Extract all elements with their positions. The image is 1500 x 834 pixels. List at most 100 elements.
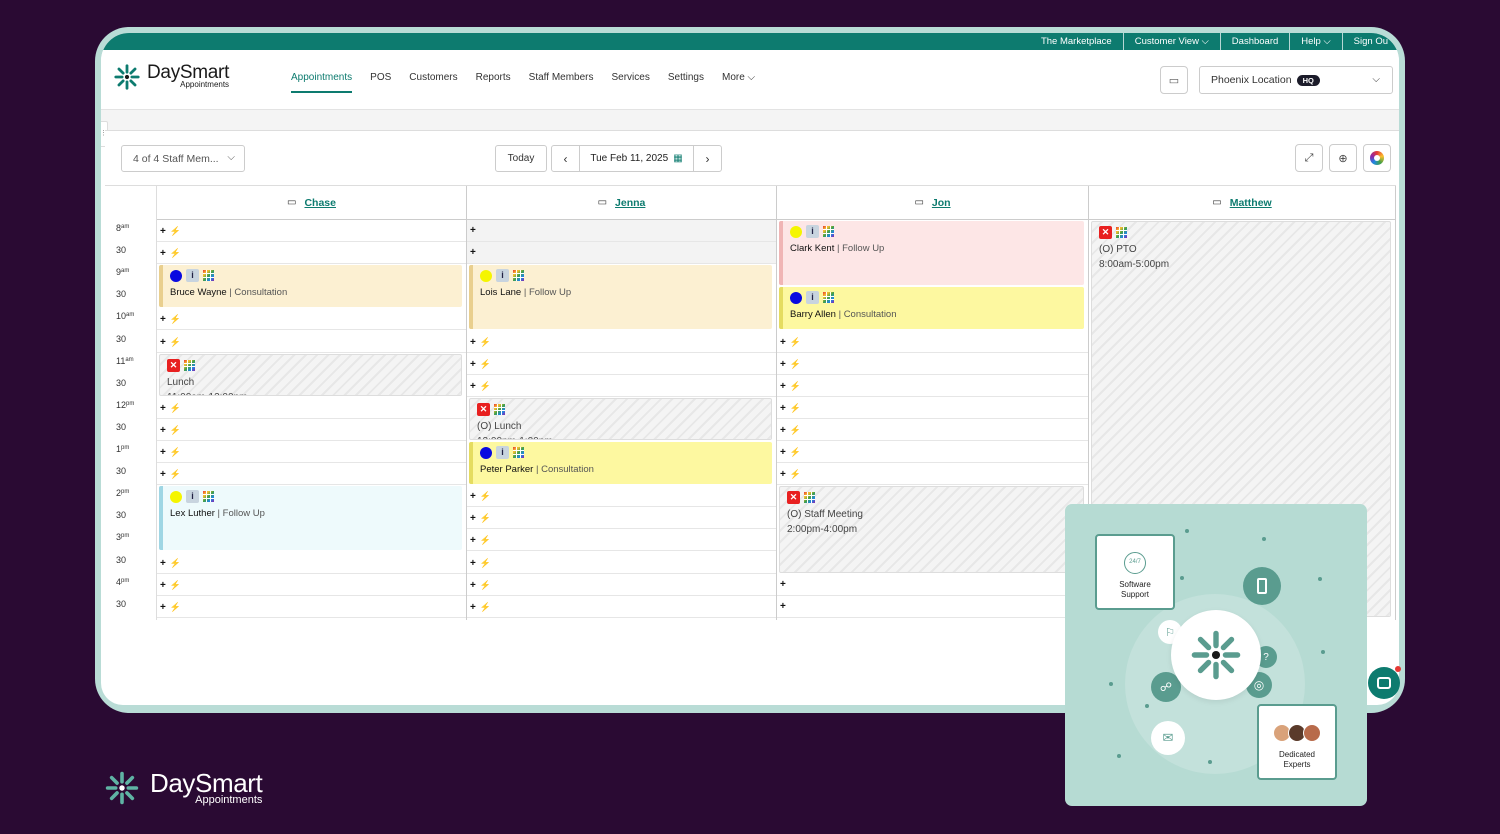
time-slot[interactable]: + ⚡ xyxy=(467,375,776,397)
quick-book-icon[interactable]: ⚡ xyxy=(170,558,181,568)
customer-view-menu[interactable]: Customer View ⌵ xyxy=(1122,33,1220,50)
add-appointment-icon[interactable]: + xyxy=(470,558,476,569)
time-slot[interactable]: + ⚡ xyxy=(467,507,776,530)
prev-day-button[interactable]: ‹ xyxy=(552,146,580,171)
nav-more[interactable]: More ⌵ xyxy=(722,72,755,93)
info-icon[interactable]: i xyxy=(806,291,819,305)
quick-book-icon[interactable]: ⚡ xyxy=(790,469,801,479)
time-slot[interactable]: + ⚡ xyxy=(157,441,466,463)
add-appointment-icon[interactable]: + xyxy=(780,425,786,436)
add-appointment-icon[interactable]: + xyxy=(160,226,166,237)
time-slot[interactable]: + ⚡ xyxy=(777,419,1088,441)
location-select[interactable]: Phoenix Location HQ ⌵ xyxy=(1199,66,1393,94)
quick-book-icon[interactable]: ⚡ xyxy=(480,491,491,501)
staff-name[interactable]: Matthew xyxy=(1230,197,1272,209)
time-slot[interactable]: + ⚡ xyxy=(157,552,466,574)
add-appointment-icon[interactable]: + xyxy=(160,558,166,569)
close-icon[interactable]: ✕ xyxy=(787,491,800,505)
staff-name[interactable]: Jon xyxy=(932,197,951,209)
time-slot[interactable]: + ⚡ xyxy=(157,331,466,353)
quick-book-icon[interactable]: ⚡ xyxy=(790,381,801,391)
appointment-card[interactable]: i Bruce Wayne | Consultation xyxy=(159,265,462,308)
add-appointment-icon[interactable]: + xyxy=(780,447,786,458)
staff-header[interactable]: ▭ Chase xyxy=(157,186,466,220)
nav-customers[interactable]: Customers xyxy=(409,72,457,93)
appointment-card[interactable]: i Lex Luther | Follow Up xyxy=(159,486,462,551)
staff-filter-select[interactable]: 4 of 4 Staff Mem... ⌵ xyxy=(121,145,245,172)
quick-book-icon[interactable]: ⚡ xyxy=(170,602,181,612)
time-slot[interactable]: + ⚡ xyxy=(777,441,1088,463)
nav-settings[interactable]: Settings xyxy=(668,72,704,93)
time-slot[interactable]: + ⚡ xyxy=(157,242,466,265)
time-slot[interactable]: + ⚡ xyxy=(467,596,776,618)
staff-header[interactable]: ▭ Matthew xyxy=(1089,186,1395,220)
time-slot[interactable]: + ⚡ xyxy=(157,463,466,486)
time-slot[interactable]: + ⚡ xyxy=(777,375,1088,397)
quick-book-icon[interactable]: ⚡ xyxy=(480,602,491,612)
time-slot[interactable]: + ⚡ xyxy=(467,353,776,375)
staff-header[interactable]: ▭ Jenna xyxy=(467,186,776,220)
add-appointment-icon[interactable]: + xyxy=(470,247,476,258)
time-slot[interactable]: + ⚡ xyxy=(157,574,466,596)
quick-book-icon[interactable]: ⚡ xyxy=(170,226,181,236)
time-slot[interactable]: + ⚡ xyxy=(157,220,466,242)
time-slot[interactable]: + ⚡ xyxy=(467,485,776,508)
quick-book-icon[interactable]: ⚡ xyxy=(480,580,491,590)
add-appointment-icon[interactable]: + xyxy=(780,579,786,590)
quick-book-icon[interactable]: ⚡ xyxy=(480,513,491,523)
quick-book-icon[interactable]: ⚡ xyxy=(480,558,491,568)
info-icon[interactable]: i xyxy=(186,269,199,283)
time-slot[interactable]: + xyxy=(777,574,1088,596)
quick-book-icon[interactable]: ⚡ xyxy=(170,469,181,479)
dashboard-link[interactable]: Dashboard xyxy=(1219,33,1289,50)
time-slot[interactable]: + ⚡ xyxy=(157,596,466,618)
add-appointment-icon[interactable]: + xyxy=(780,601,786,612)
quick-book-icon[interactable]: ⚡ xyxy=(170,447,181,457)
nav-appointments[interactable]: Appointments xyxy=(291,72,353,93)
info-icon[interactable]: i xyxy=(496,446,509,459)
time-slot[interactable]: + ⚡ xyxy=(777,353,1088,375)
time-slot[interactable]: + xyxy=(467,220,776,242)
appointment-card[interactable]: i Lois Lane | Follow Up xyxy=(469,265,772,330)
appointment-card[interactable]: i Clark Kent | Follow Up xyxy=(779,221,1084,286)
time-slot[interactable]: + ⚡ xyxy=(777,463,1088,486)
time-slot[interactable]: + ⚡ xyxy=(777,397,1088,419)
nav-pos[interactable]: POS xyxy=(370,72,391,93)
today-button[interactable]: Today xyxy=(495,145,547,172)
info-icon[interactable]: i xyxy=(186,490,199,504)
blocked-time[interactable]: ✕ (O) Staff Meeting 2:00pm-4:00pm xyxy=(779,486,1084,573)
info-icon[interactable]: i xyxy=(806,225,819,238)
time-slot[interactable]: + ⚡ xyxy=(157,308,466,331)
date-picker[interactable]: Tue Feb 11, 2025 ▦ xyxy=(580,153,693,164)
add-appointment-icon[interactable]: + xyxy=(470,535,476,546)
add-appointment-icon[interactable]: + xyxy=(470,580,476,591)
close-icon[interactable]: ✕ xyxy=(167,358,180,372)
add-appointment-icon[interactable]: + xyxy=(470,337,476,348)
fullscreen-button[interactable]: ⤢ xyxy=(1295,144,1323,172)
time-slot[interactable]: + ⚡ xyxy=(467,331,776,353)
add-appointment-icon[interactable]: + xyxy=(160,469,166,480)
add-appointment-icon[interactable]: + xyxy=(470,602,476,613)
add-appointment-icon[interactable]: + xyxy=(160,602,166,613)
blocked-time[interactable]: ✕ Lunch 11:00am-12:00pm xyxy=(159,353,462,396)
add-appointment-icon[interactable]: + xyxy=(160,337,166,348)
time-slot[interactable]: + ⚡ xyxy=(157,419,466,441)
quick-book-icon[interactable]: ⚡ xyxy=(170,403,181,413)
quick-book-icon[interactable]: ⚡ xyxy=(170,314,181,324)
add-appointment-icon[interactable]: + xyxy=(780,381,786,392)
add-appointment-icon[interactable]: + xyxy=(470,381,476,392)
quick-book-icon[interactable]: ⚡ xyxy=(480,381,491,391)
add-appointment-icon[interactable]: + xyxy=(470,225,476,236)
time-slot[interactable]: + ⚡ xyxy=(157,397,466,419)
quick-book-icon[interactable]: ⚡ xyxy=(480,337,491,347)
nav-services[interactable]: Services xyxy=(612,72,650,93)
add-appointment-icon[interactable]: + xyxy=(780,403,786,414)
quick-book-icon[interactable]: ⚡ xyxy=(170,248,181,258)
messages-button[interactable]: ▭ xyxy=(1160,66,1188,94)
daysmart-logo[interactable]: DaySmart Appointments xyxy=(113,63,229,91)
quick-book-icon[interactable]: ⚡ xyxy=(480,359,491,369)
quick-book-icon[interactable]: ⚡ xyxy=(170,580,181,590)
add-appointment-icon[interactable]: + xyxy=(780,337,786,348)
marketplace-link[interactable]: The Marketplace xyxy=(1030,33,1123,50)
add-appointment-icon[interactable]: + xyxy=(470,359,476,370)
